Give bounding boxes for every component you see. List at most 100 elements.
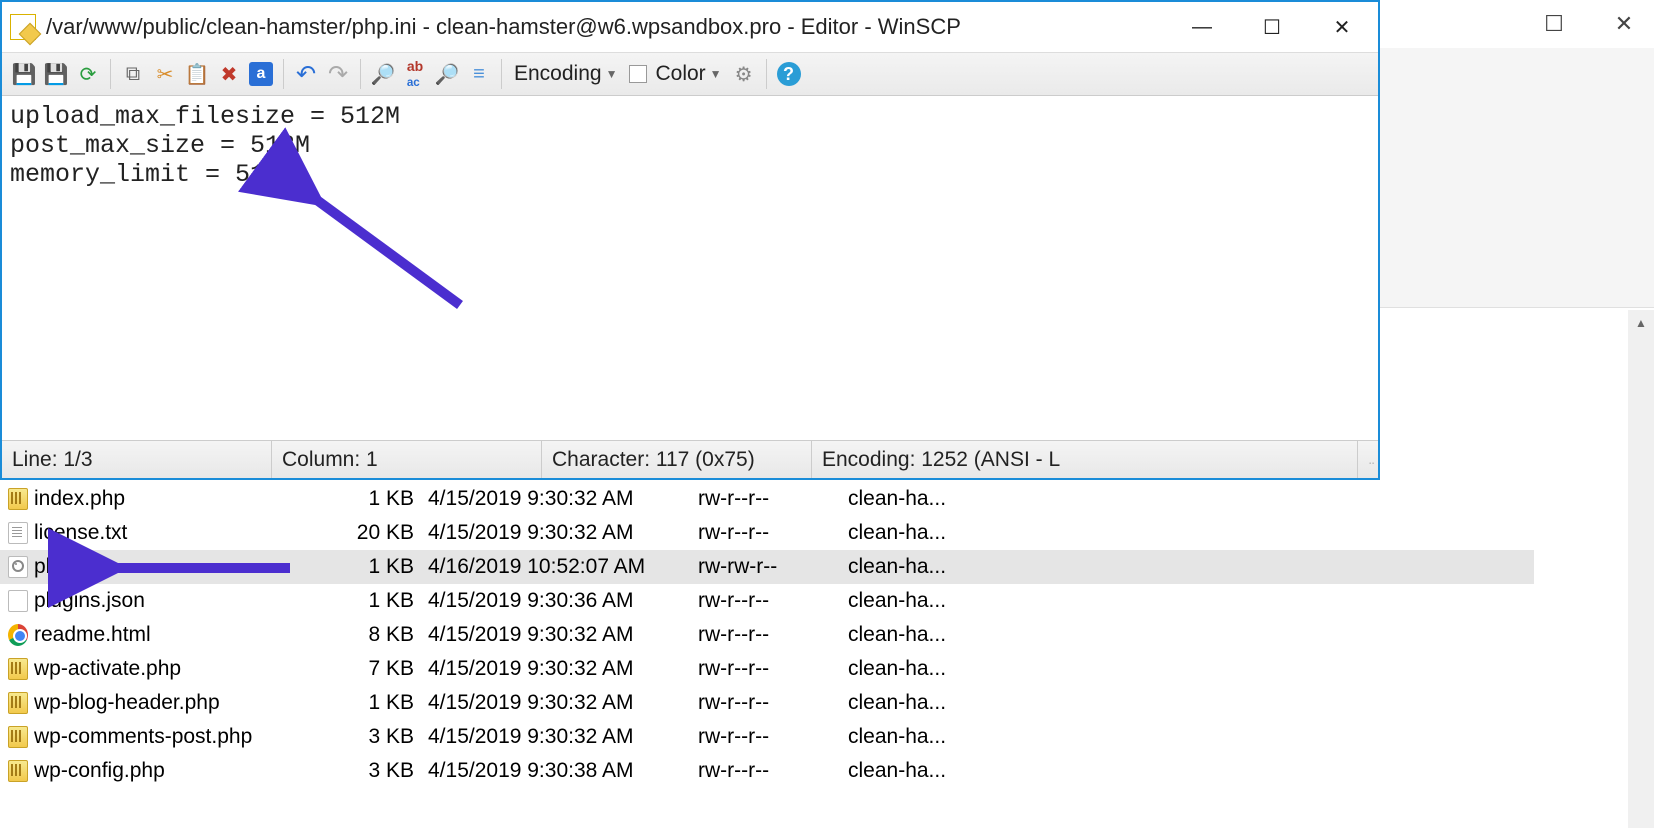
file-size: 3 KB	[308, 759, 428, 783]
scroll-up-icon[interactable]: ▲	[1628, 310, 1654, 336]
settings-icon[interactable]: ⚙	[730, 60, 758, 88]
file-size: 1 KB	[308, 487, 428, 511]
copy-icon[interactable]: ⧉	[119, 60, 147, 88]
paste-icon[interactable]: 📋	[183, 60, 211, 88]
file-name: license.txt	[34, 521, 127, 545]
file-date: 4/15/2019 9:30:36 AM	[428, 589, 698, 613]
editor-statusbar: Line: 1/3 Column: 1 Character: 117 (0x75…	[2, 440, 1378, 478]
status-encoding: Encoding: 1252 (ANSI - L	[812, 441, 1358, 478]
bg-close-button[interactable]: ✕	[1604, 11, 1644, 37]
file-permissions: rw-r--r--	[698, 521, 848, 545]
chevron-down-icon: ▼	[710, 67, 722, 81]
file-icon	[8, 726, 28, 748]
file-row[interactable]: wp-blog-header.php1 KB4/15/2019 9:30:32 …	[0, 686, 1534, 720]
file-permissions: rw-r--r--	[698, 623, 848, 647]
file-permissions: rw-r--r--	[698, 487, 848, 511]
file-icon	[8, 522, 28, 544]
save-all-icon[interactable]: 💾	[42, 60, 70, 88]
file-name: wp-config.php	[34, 759, 165, 783]
file-icon	[8, 590, 28, 612]
color-checkbox[interactable]	[629, 65, 647, 83]
maximize-button[interactable]: ☐	[1254, 15, 1290, 40]
file-row[interactable]: plugins.json 1 KB4/15/2019 9:30:36 AMrw-r…	[0, 584, 1534, 618]
status-column: Column: 1	[272, 441, 542, 478]
file-permissions: rw-r--r--	[698, 725, 848, 749]
chevron-down-icon: ▼	[606, 67, 618, 81]
file-name: readme.html	[34, 623, 151, 647]
file-permissions: rw-r--r--	[698, 589, 848, 613]
color-dropdown[interactable]: Color ▼	[625, 62, 725, 86]
delete-icon[interactable]: ✖	[215, 60, 243, 88]
file-permissions: rw-r--r--	[698, 657, 848, 681]
file-row[interactable]: wp-config.php 3 KB4/15/2019 9:30:38 AMrw-…	[0, 754, 1534, 788]
help-icon[interactable]: ?	[775, 60, 803, 88]
bg-maximize-button[interactable]: ☐	[1534, 11, 1574, 37]
file-icon	[8, 760, 28, 782]
file-name: wp-comments-post.php	[34, 725, 252, 749]
file-date: 4/15/2019 9:30:32 AM	[428, 657, 698, 681]
file-size: 1 KB	[308, 691, 428, 715]
file-size: 1 KB	[308, 555, 428, 579]
file-row[interactable]: php.ini 1 KB4/16/2019 10:52:07 AMrw-rw-r-…	[0, 550, 1534, 584]
minimize-button[interactable]: —	[1184, 16, 1220, 39]
file-icon	[8, 658, 28, 680]
find-icon[interactable]: 🔎	[369, 60, 397, 88]
file-row[interactable]: wp-comments-post.php 3 KB4/15/2019 9:30:3…	[0, 720, 1534, 754]
bg-scrollbar[interactable]: ▲	[1628, 310, 1654, 828]
file-date: 4/15/2019 9:30:32 AM	[428, 521, 698, 545]
file-date: 4/16/2019 10:52:07 AM	[428, 555, 698, 579]
file-size: 20 KB	[308, 521, 428, 545]
file-owner: clean-ha...	[848, 725, 1048, 749]
file-row[interactable]: readme.html 8 KB4/15/2019 9:30:32 AMrw-r-…	[0, 618, 1534, 652]
save-icon[interactable]: 💾	[10, 60, 38, 88]
file-icon	[8, 488, 28, 510]
file-date: 4/15/2019 9:30:38 AM	[428, 759, 698, 783]
replace-icon[interactable]: abac	[401, 60, 429, 88]
editor-textarea[interactable]: upload_max_filesize = 512M post_max_size…	[2, 96, 1378, 440]
file-name: wp-activate.php	[34, 657, 181, 681]
file-date: 4/15/2019 9:30:32 AM	[428, 623, 698, 647]
file-size: 3 KB	[308, 725, 428, 749]
select-all-icon[interactable]: a	[247, 60, 275, 88]
resize-grip-icon[interactable]: ⣀	[1358, 441, 1378, 478]
file-name: php.ini	[34, 555, 96, 579]
file-row[interactable]: index.php 1 KB4/15/2019 9:30:32 AMrw-r--r…	[0, 482, 1534, 516]
file-row[interactable]: wp-activate.php 7 KB4/15/2019 9:30:32 AMr…	[0, 652, 1534, 686]
file-owner: clean-ha...	[848, 589, 1048, 613]
file-date: 4/15/2019 9:30:32 AM	[428, 487, 698, 511]
file-icon	[8, 624, 28, 646]
file-size: 7 KB	[308, 657, 428, 681]
file-name: plugins.json	[34, 589, 145, 613]
file-name: index.php	[34, 487, 125, 511]
status-character: Character: 117 (0x75)	[542, 441, 812, 478]
file-date: 4/15/2019 9:30:32 AM	[428, 691, 698, 715]
undo-icon[interactable]: ↶	[292, 60, 320, 88]
file-date: 4/15/2019 9:30:32 AM	[428, 725, 698, 749]
redo-icon[interactable]: ↷	[324, 60, 352, 88]
file-owner: clean-ha...	[848, 555, 1048, 579]
file-size: 8 KB	[308, 623, 428, 647]
status-line: Line: 1/3	[2, 441, 272, 478]
editor-title: /var/www/public/clean-hamster/php.ini - …	[46, 14, 1184, 40]
file-owner: clean-ha...	[848, 657, 1048, 681]
editor-titlebar[interactable]: /var/www/public/clean-hamster/php.ini - …	[2, 2, 1378, 52]
find-next-icon[interactable]: 🔎	[433, 60, 461, 88]
file-icon	[8, 556, 28, 578]
editor-app-icon	[10, 14, 36, 40]
file-owner: clean-ha...	[848, 623, 1048, 647]
refresh-icon[interactable]: ⟳	[74, 60, 102, 88]
goto-line-icon[interactable]: ≡	[465, 60, 493, 88]
file-permissions: rw-r--r--	[698, 691, 848, 715]
file-size: 1 KB	[308, 589, 428, 613]
file-owner: clean-ha...	[848, 691, 1048, 715]
cut-icon[interactable]: ✂	[151, 60, 179, 88]
file-permissions: rw-r--r--	[698, 759, 848, 783]
file-row[interactable]: license.txt 20 KB4/15/2019 9:30:32 AMrw-r…	[0, 516, 1534, 550]
close-button[interactable]: ✕	[1324, 15, 1360, 40]
encoding-dropdown[interactable]: Encoding ▼	[510, 62, 621, 86]
file-owner: clean-ha...	[848, 521, 1048, 545]
file-permissions: rw-rw-r--	[698, 555, 848, 579]
editor-toolbar: 💾 💾 ⟳ ⧉ ✂ 📋 ✖ a ↶ ↷ 🔎 abac 🔎 ≡ Encoding …	[2, 52, 1378, 96]
file-owner: clean-ha...	[848, 487, 1048, 511]
file-list[interactable]: index.php1 KB4/15/2019 9:30:32 AMrw-r--r…	[0, 482, 1534, 788]
